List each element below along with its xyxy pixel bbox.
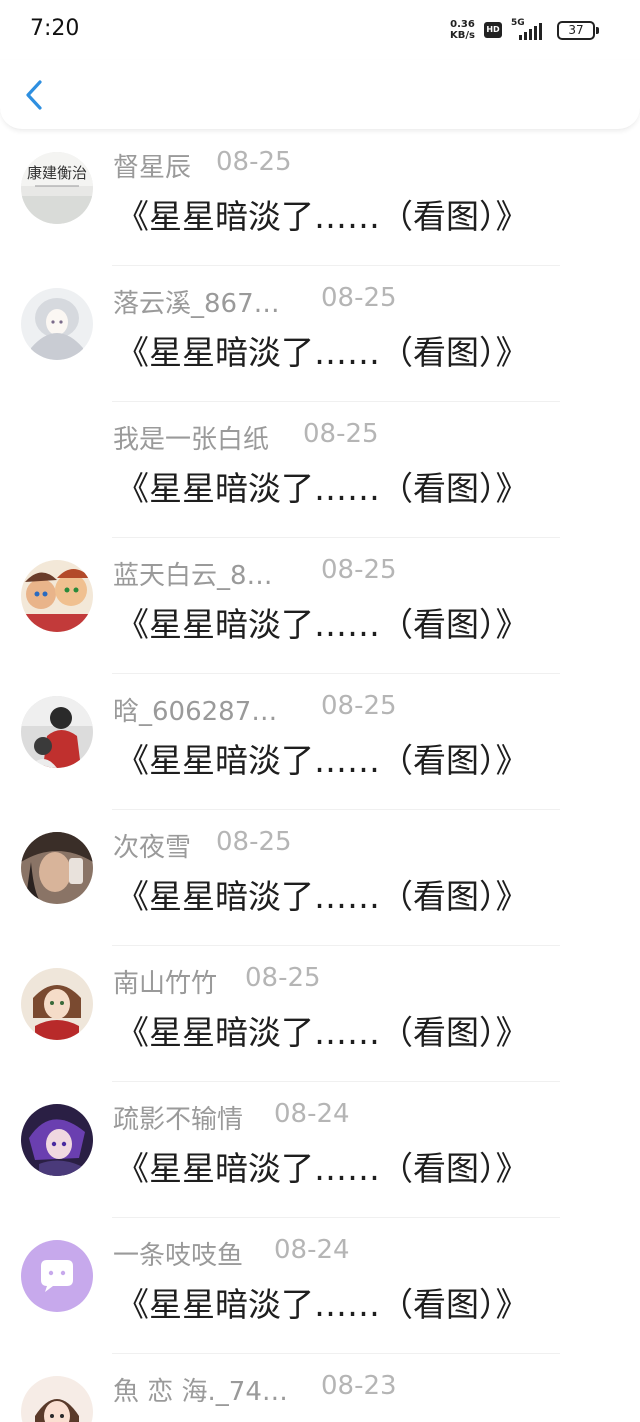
article-title-link[interactable]: 《星星暗淡了……（看图）》 [116,1414,529,1422]
article-title-link[interactable]: 《星星暗淡了……（看图）》 [116,190,529,238]
svg-text:康建衡治: 康建衡治 [27,164,87,182]
user-name[interactable]: 疏影不输情 [113,1099,243,1136]
comment-item[interactable]: 蓝天白云_8… 08-25 《星星暗淡了……（看图）》 [0,538,640,674]
network-type: 5G [511,18,525,28]
comment-item[interactable]: 我是一张白纸 08-25 《星星暗淡了……（看图）》 [0,402,640,538]
article-title-link[interactable]: 《星星暗淡了……（看图）》 [116,326,529,374]
comment-list: 康建衡治 督星辰 08-25 《星星暗淡了……（看图）》 落云溪_867… 08-25 《星… [0,130,640,1422]
user-avatar[interactable] [21,1104,93,1176]
article-title-link[interactable]: 《星星暗淡了……（看图）》 [116,1278,529,1326]
comment-item[interactable]: 次夜雪 08-25 《星星暗淡了……（看图）》 [0,810,640,946]
back-icon[interactable] [22,78,48,112]
comment-date: 08-25 [321,555,397,585]
comment-item[interactable]: 落云溪_867… 08-25 《星星暗淡了……（看图）》 [0,266,640,402]
user-name[interactable]: 一条吱吱鱼 [113,1235,243,1272]
user-avatar[interactable] [21,696,93,768]
comment-date: 08-25 [245,963,321,993]
comment-date: 08-24 [274,1099,350,1129]
article-title-link[interactable]: 《星星暗淡了……（看图）》 [116,1142,529,1190]
user-name[interactable]: 南山竹竹 [113,963,217,1000]
comment-item[interactable]: 一条吱吱鱼 08-24 《星星暗淡了……（看图）》 [0,1218,640,1354]
header-bar [0,60,640,130]
user-name[interactable]: 次夜雪 [113,827,191,864]
user-name[interactable]: 督星辰 [113,147,191,184]
article-title-link[interactable]: 《星星暗淡了……（看图）》 [116,734,529,782]
comment-item[interactable]: 康建衡治 督星辰 08-25 《星星暗淡了……（看图）》 [0,130,640,266]
comment-date: 08-24 [274,1235,350,1265]
comment-date: 08-25 [303,419,379,449]
user-avatar[interactable] [21,424,93,496]
comment-date: 08-25 [321,283,397,313]
user-name[interactable]: 我是一张白纸 [113,419,269,456]
status-time: 7:20 [30,16,80,41]
comment-item[interactable]: 疏影不输情 08-24 《星星暗淡了……（看图）》 [0,1082,640,1218]
comment-date: 08-25 [321,691,397,721]
user-avatar[interactable] [21,560,93,632]
article-title-link[interactable]: 《星星暗淡了……（看图）》 [116,870,529,918]
article-title-link[interactable]: 《星星暗淡了……（看图）》 [116,598,529,646]
comment-item[interactable]: 晗_606287… 08-25 《星星暗淡了……（看图）》 [0,674,640,810]
hd-icon: HD [484,22,502,38]
network-speed-value: 0.36 [450,19,475,30]
article-title-link[interactable]: 《星星暗淡了……（看图）》 [116,1006,529,1054]
comment-item[interactable]: 魚 恋 海._74… 08-23 《星星暗淡了……（看图）》 [0,1354,640,1422]
user-avatar[interactable] [21,1376,93,1422]
user-name[interactable]: 魚 恋 海._74… [113,1371,288,1408]
user-avatar[interactable] [21,968,93,1040]
status-bar: 7:20 0.36 KB/s HD 5G 37 [0,0,640,60]
comment-date: 08-25 [216,147,292,177]
battery-icon: 37 [557,21,599,40]
network-speed-unit: KB/s [450,30,475,41]
user-avatar[interactable]: 康建衡治 [21,152,93,224]
comment-date: 08-23 [321,1371,397,1401]
user-avatar[interactable] [21,1240,93,1312]
comment-item[interactable]: 南山竹竹 08-25 《星星暗淡了……（看图）》 [0,946,640,1082]
user-name[interactable]: 蓝天白云_8… [113,555,273,592]
user-avatar[interactable] [21,288,93,360]
article-title-link[interactable]: 《星星暗淡了……（看图）》 [116,462,529,510]
comment-date: 08-25 [216,827,292,857]
network-speed: 0.36 KB/s [450,19,475,41]
signal-icon: 5G [509,18,549,42]
user-name[interactable]: 晗_606287… [113,691,277,728]
user-avatar[interactable] [21,832,93,904]
user-name[interactable]: 落云溪_867… [113,283,280,320]
